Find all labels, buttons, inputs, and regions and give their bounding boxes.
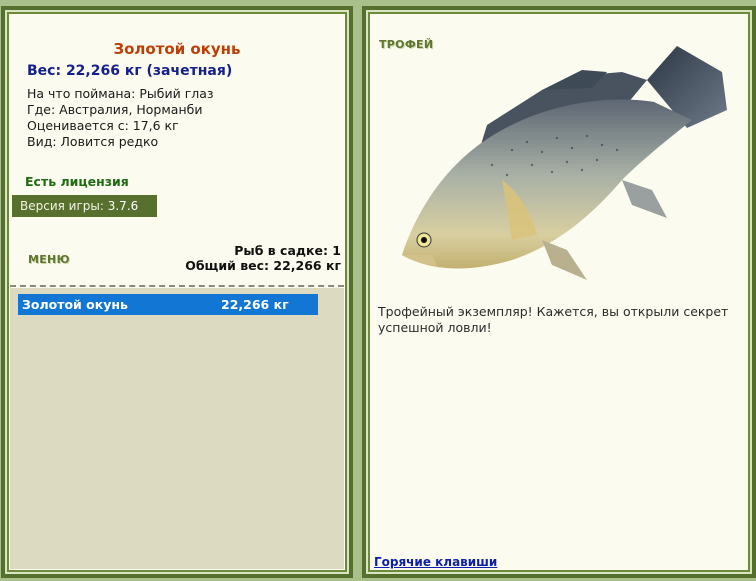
keepnet-list: Золотой окунь 22,266 кг <box>10 288 344 569</box>
fish-name: Золотой окунь <box>113 40 241 58</box>
trophy-description: Трофейный экземпляр! Кажется, вы открыли… <box>378 304 729 335</box>
license-status: Есть лицензия <box>25 174 129 189</box>
keepnet-row-weight: 22,266 кг <box>221 297 289 312</box>
location-info: Где: Австралия, Норманби <box>27 102 203 117</box>
keepnet-stats: Рыб в садке: 1 Общий вес: 22,266 кг <box>185 243 341 273</box>
fish-weight: Вес: 22,266 кг (зачетная) <box>27 63 233 79</box>
right-panel: ТРОФЕЙ Трофейный экземпляр! Кажется, вы … <box>362 6 756 578</box>
keepnet-row-name: Золотой окунь <box>22 297 128 312</box>
keepnet-row[interactable]: Золотой окунь 22,266 кг <box>18 294 318 315</box>
menu-button[interactable]: МЕНЮ <box>28 253 70 266</box>
keepnet-total-weight: Общий вес: 22,266 кг <box>185 258 341 273</box>
game-version-value: 3.7.6 <box>107 199 139 213</box>
value-info: Оценивается с: 17,6 кг <box>27 118 179 133</box>
left-panel: Золотой окунь Вес: 22,266 кг (зачетная) … <box>1 6 353 578</box>
hotkeys-link[interactable]: Горячие клавиши <box>374 555 497 569</box>
game-version-label: Версия игры: <box>20 199 104 213</box>
fish-image <box>402 46 727 280</box>
kind-info: Вид: Ловится редко <box>27 134 159 149</box>
divider <box>10 285 344 287</box>
bait-info: На что поймана: Рыбий глаз <box>27 86 214 101</box>
keepnet-count: Рыб в садке: 1 <box>234 243 341 258</box>
game-version: Версия игры: 3.7.6 <box>12 195 157 217</box>
